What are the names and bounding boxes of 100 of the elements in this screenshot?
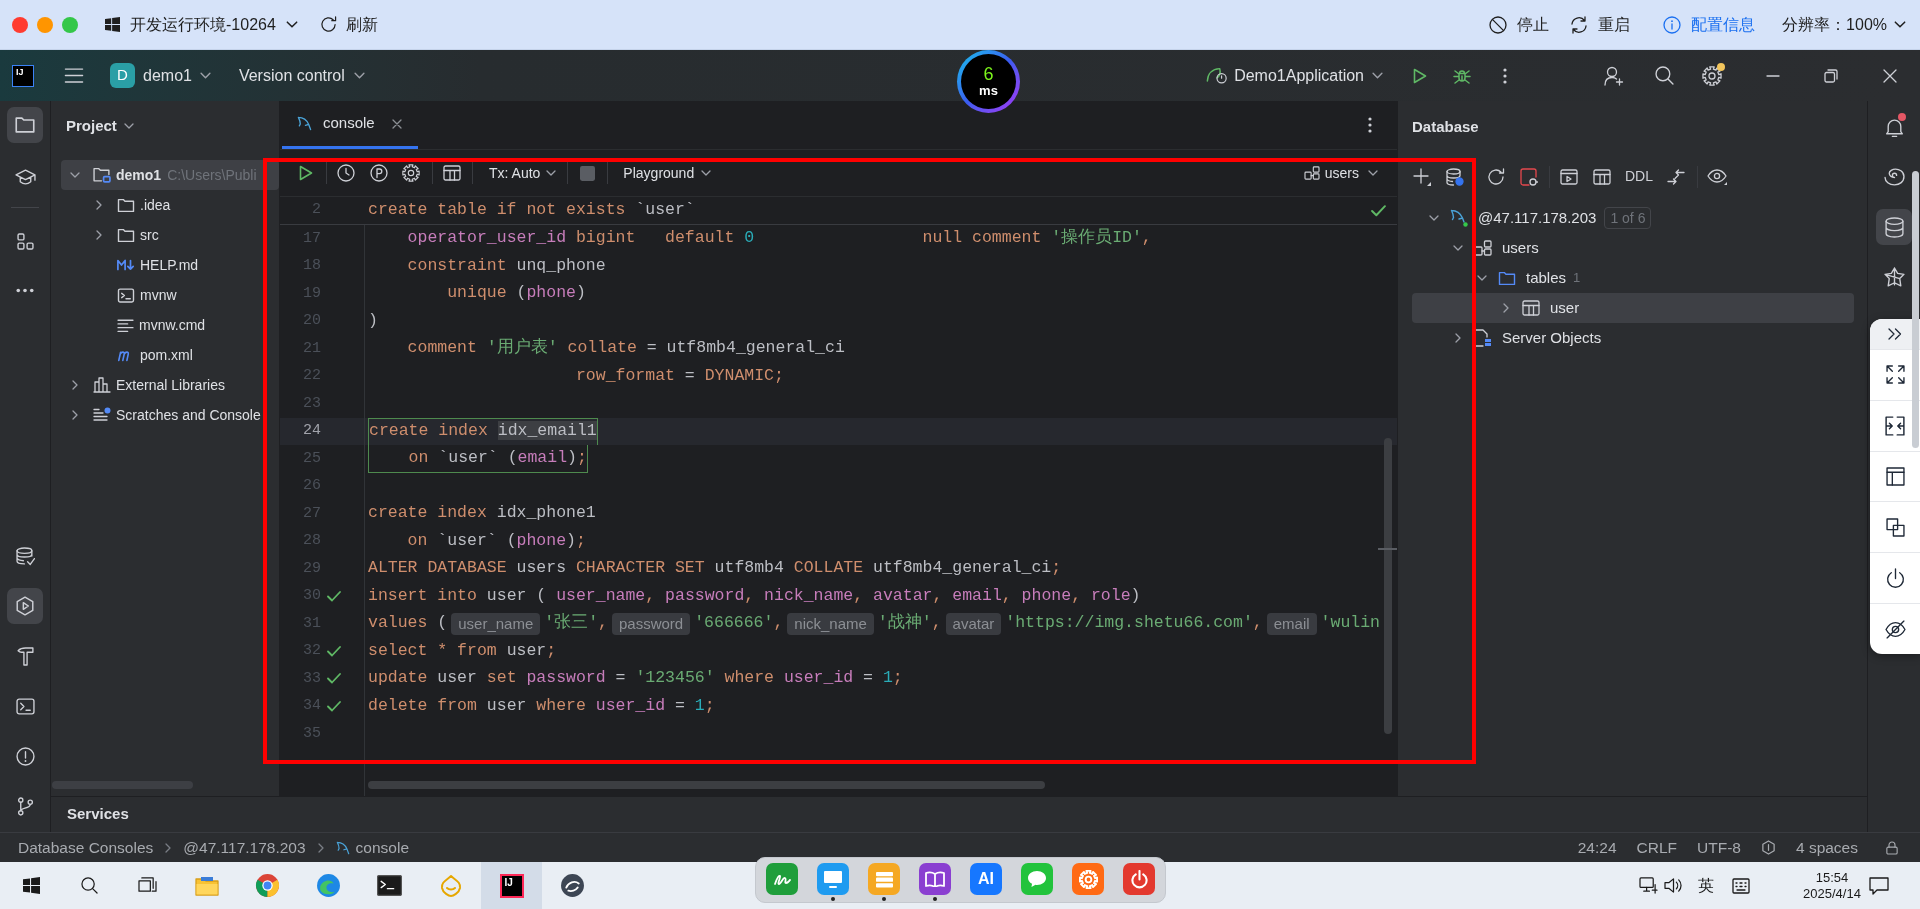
editor-tab[interactable]: console — [282, 101, 418, 149]
workspace-dropdown[interactable]: D demo1 — [110, 63, 211, 88]
tree-item[interactable]: user — [1412, 293, 1854, 323]
table-icon[interactable] — [1593, 168, 1611, 185]
speech-bubble-icon[interactable] — [1869, 876, 1889, 895]
square-icon[interactable] — [580, 165, 596, 181]
environment-dropdown[interactable]: 开发运行环境-10264 — [105, 12, 298, 37]
active-app-slot[interactable]: IJ — [481, 862, 542, 909]
expand-arrows-icon[interactable] — [1885, 365, 1905, 385]
more-vertical-icon[interactable] — [1368, 117, 1372, 133]
jump-arrows-icon[interactable] — [1667, 168, 1685, 185]
resolution-dropdown[interactable]: 分辨率：100% — [1782, 12, 1906, 37]
tree-item[interactable]: Scratches and Console — [61, 400, 279, 430]
settings-icon[interactable] — [1702, 65, 1722, 86]
clock-date[interactable]: 2025/4/14 — [1803, 885, 1861, 902]
search-icon[interactable] — [1655, 66, 1674, 85]
tree-item[interactable]: mvnw.cmd — [61, 310, 279, 340]
layout-icon[interactable] — [1885, 467, 1905, 487]
caret-position[interactable]: 24:24 — [1577, 835, 1617, 860]
console-mode-dropdown[interactable]: Playground — [623, 162, 712, 184]
chevron-down-icon[interactable] — [1477, 275, 1487, 281]
clock-time[interactable]: 15:54 — [1815, 869, 1849, 886]
breadcrumb-item[interactable]: Database Consoles — [18, 835, 154, 860]
keyboard-grid-icon[interactable] — [1732, 877, 1750, 894]
speaker-icon[interactable] — [1664, 877, 1683, 894]
eye-icon[interactable] — [1707, 168, 1727, 185]
terminal-app-icon[interactable] — [377, 875, 402, 896]
schema-dropdown[interactable]: users — [1303, 162, 1378, 184]
encoding-widget[interactable]: UTF-8 — [1697, 835, 1741, 860]
chevron-right-icon[interactable] — [1503, 303, 1509, 313]
tree-item[interactable]: tables 1 — [1412, 263, 1854, 293]
close-icon[interactable] — [391, 118, 402, 129]
version-control-dropdown[interactable]: Version control — [238, 63, 365, 88]
close-icon[interactable] — [1883, 68, 1897, 83]
book-app-icon[interactable] — [919, 863, 951, 895]
ime-indicator[interactable]: 英 — [1698, 873, 1714, 898]
stop-button[interactable]: 停止 — [1489, 12, 1550, 37]
chevron-down-icon[interactable] — [1429, 215, 1439, 221]
tree-item[interactable]: @47.117.178.203 1 of 6 — [1412, 203, 1854, 233]
menu-icon[interactable] — [64, 68, 84, 83]
tree-item[interactable]: mvnw — [61, 280, 279, 310]
refresh-icon[interactable] — [1487, 167, 1505, 186]
config-info-link[interactable]: 配置信息 — [1663, 12, 1756, 37]
tree-item[interactable]: HELP.md — [61, 250, 279, 280]
monitor-app-icon[interactable] — [817, 863, 849, 895]
settings-icon[interactable] — [402, 164, 420, 182]
folder-app-icon[interactable] — [194, 875, 219, 896]
services-tool-button[interactable] — [7, 588, 43, 624]
chevron-right-icon[interactable] — [1455, 333, 1461, 343]
windows-start-icon[interactable] — [22, 877, 40, 894]
gear-app-icon[interactable] — [1072, 863, 1104, 895]
plus-icon[interactable] — [1413, 167, 1431, 186]
power-app-icon[interactable] — [1123, 863, 1155, 895]
tree-item[interactable]: src — [61, 220, 279, 250]
signature-app-icon[interactable] — [766, 863, 798, 895]
chevron-right-icon[interactable] — [96, 230, 102, 240]
restore-icon[interactable] — [1824, 68, 1838, 83]
chevron-down-icon[interactable] — [70, 172, 80, 178]
split-icon[interactable] — [1885, 415, 1905, 436]
restart-button[interactable]: 重启 — [1570, 12, 1631, 37]
ai-app-button[interactable]: AI — [970, 863, 1002, 895]
table-icon[interactable] — [443, 165, 461, 181]
database-tool-button[interactable] — [1876, 209, 1912, 245]
tree-item[interactable]: users — [1412, 233, 1854, 263]
breadcrumb-item[interactable]: @47.117.178.203 — [183, 835, 306, 860]
power-icon[interactable] — [1885, 567, 1905, 589]
indent-widget[interactable]: 4 spaces — [1795, 835, 1858, 860]
breadcrumb-item[interactable]: console — [335, 835, 410, 860]
tree-item[interactable]: .idea — [61, 190, 279, 220]
chevron-right-icon[interactable] — [72, 410, 78, 420]
lock-icon[interactable] — [1886, 840, 1898, 855]
ide-app-icon[interactable]: IJ — [499, 873, 524, 898]
p-circle-icon[interactable] — [370, 164, 388, 182]
segmented-circle-icon[interactable] — [255, 873, 280, 898]
copy-icon[interactable] — [1885, 517, 1905, 537]
tree-item[interactable]: External Libraries — [61, 370, 279, 400]
chevron-right-icon[interactable] — [72, 380, 78, 390]
search-icon[interactable] — [80, 877, 98, 894]
tree-item[interactable]: Server Objects — [1412, 323, 1854, 353]
project-view-dropdown[interactable]: Project — [66, 114, 134, 138]
task-view-icon[interactable] — [137, 877, 157, 894]
database-badge-icon[interactable] — [1446, 167, 1464, 186]
transaction-mode-dropdown[interactable]: Tx: Auto — [489, 162, 557, 184]
tree-item[interactable]: pom.xml — [61, 340, 279, 370]
circle-app-icon[interactable] — [560, 873, 585, 898]
hexagon-icon[interactable] — [1760, 840, 1776, 855]
refresh-button[interactable]: 刷新 — [319, 12, 378, 37]
close-window-icon[interactable] — [12, 16, 28, 33]
run-icon[interactable] — [299, 165, 313, 181]
more-vertical-icon[interactable] — [1503, 67, 1507, 84]
ddl-button[interactable]: DDL — [1625, 166, 1653, 187]
eye-slash-icon[interactable] — [1884, 619, 1906, 639]
clock-icon[interactable] — [337, 164, 355, 182]
run-configuration-dropdown[interactable]: Demo1Application — [1206, 63, 1383, 88]
play-window-icon[interactable] — [1560, 168, 1578, 185]
minimize-icon[interactable] — [1766, 74, 1780, 77]
line-separator-widget[interactable]: CRLF — [1636, 835, 1678, 860]
project-tool-button[interactable] — [7, 107, 43, 143]
run-icon[interactable] — [1413, 67, 1427, 84]
chevron-down-icon[interactable] — [1453, 245, 1463, 251]
